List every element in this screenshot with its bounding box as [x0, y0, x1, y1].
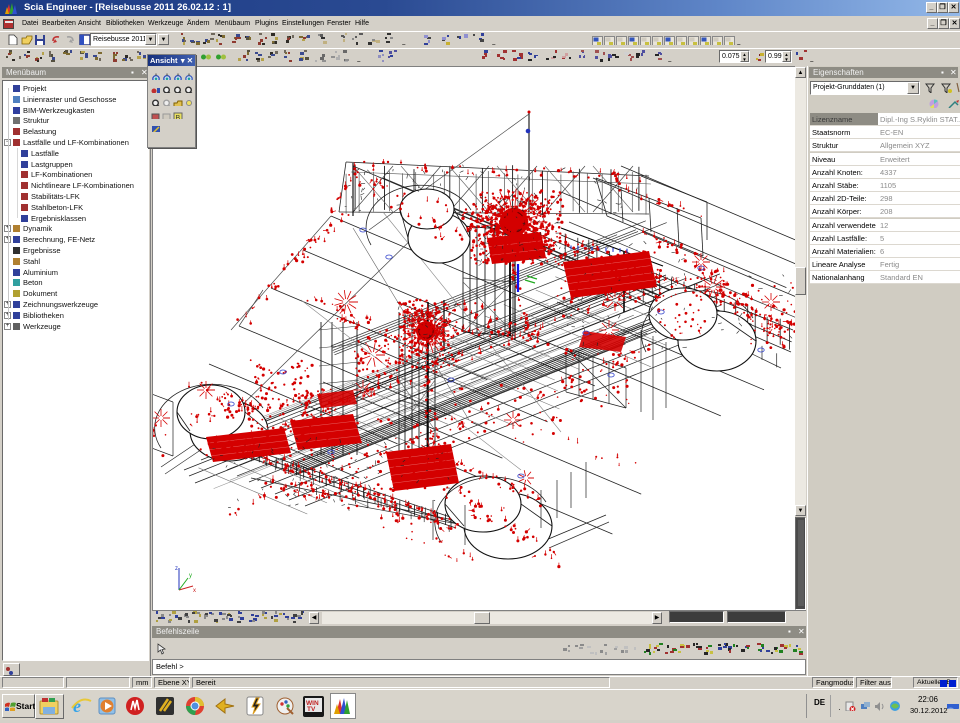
svg-text:x: x — [193, 588, 196, 594]
svg-text:TV: TV — [307, 706, 316, 713]
svg-text:z: z — [175, 566, 178, 572]
svg-text:y: y — [189, 573, 192, 579]
svg-text:B: B — [176, 115, 181, 119]
